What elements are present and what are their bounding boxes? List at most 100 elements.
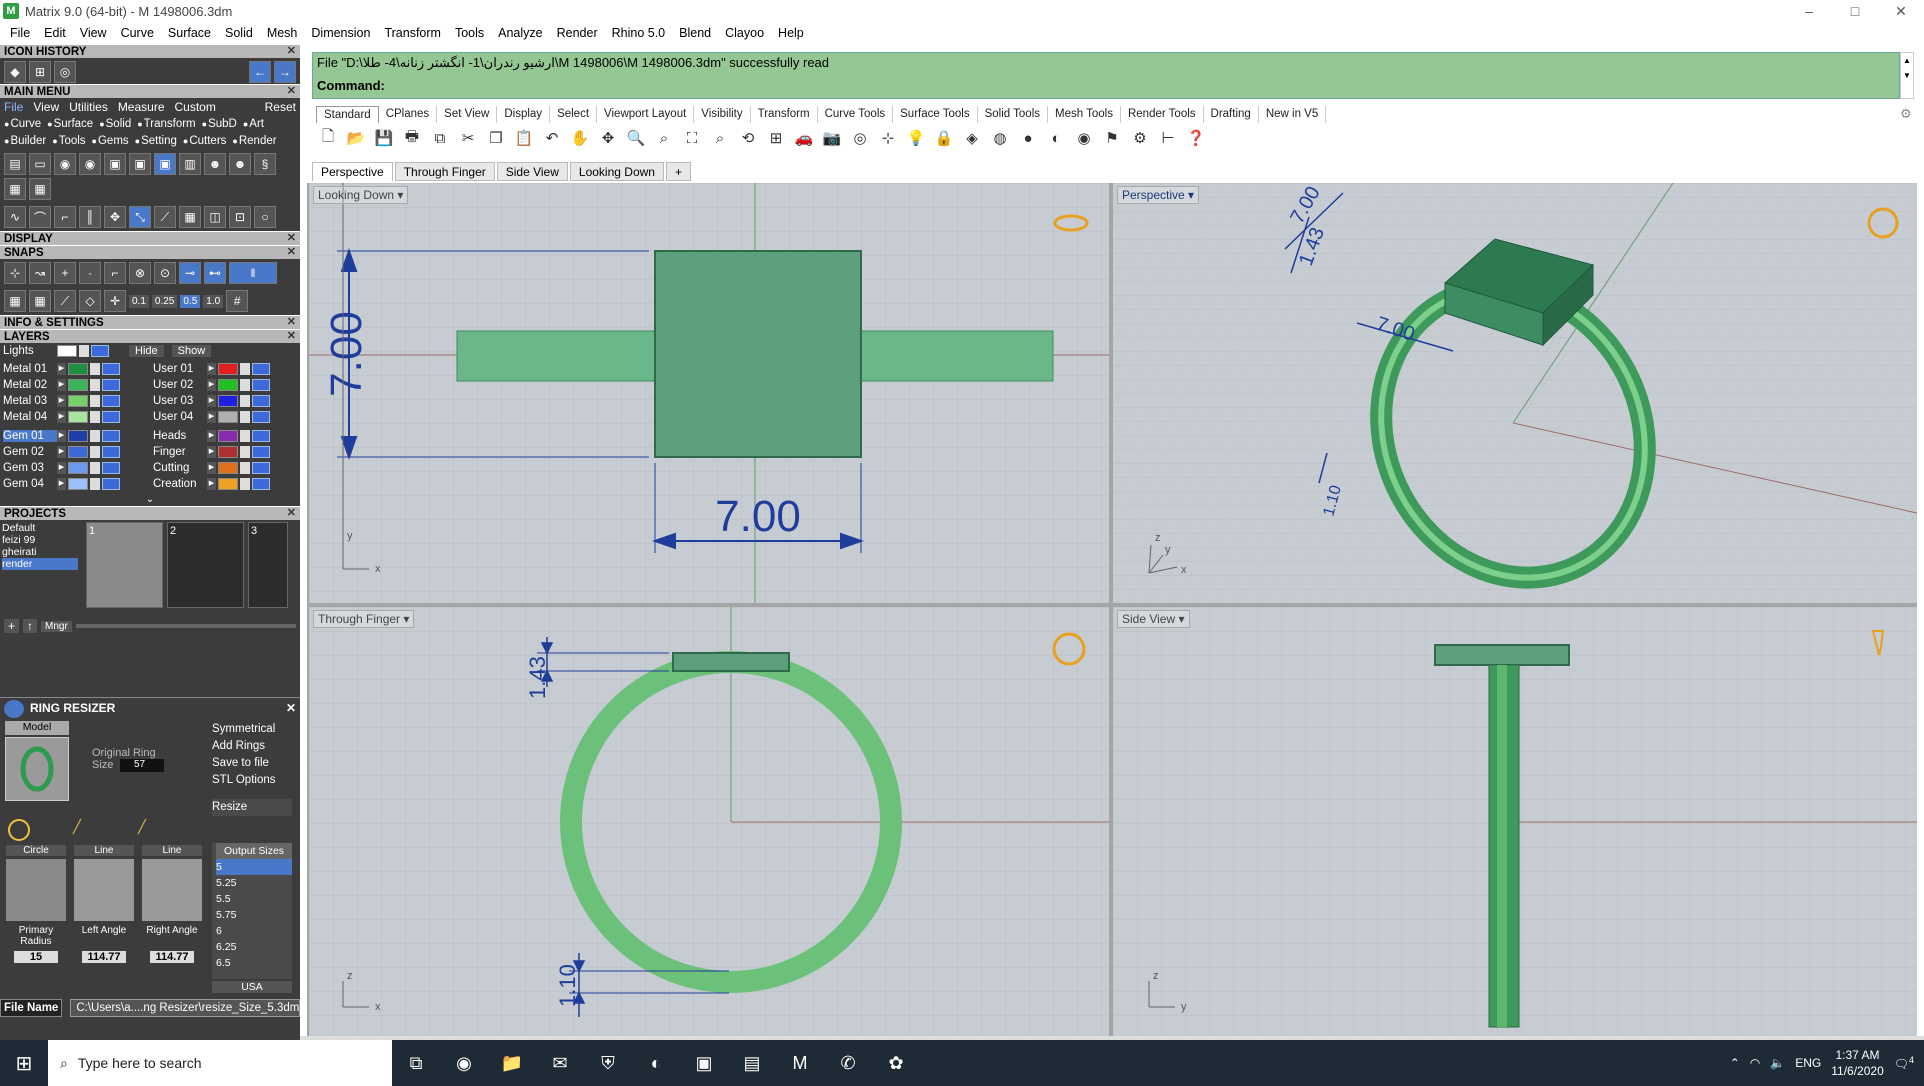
layer-color-swatch[interactable] [218,363,238,375]
copy-icon[interactable]: ❐ [484,126,508,150]
right-angle-preview[interactable] [142,859,202,921]
viewport-perspective[interactable]: Perspective ▾ 7.00 1.43 7.00 1.10 z y x [1113,183,1917,603]
lock-icon[interactable]: 🔒 [932,126,956,150]
project-slot[interactable]: 2 [167,522,244,608]
car-icon[interactable]: 🚗 [792,126,816,150]
main-menu-tab-view[interactable]: View [33,100,59,114]
lights-visibility[interactable] [91,345,109,357]
save-to-file-option[interactable]: Save to file [212,755,292,772]
cut-icon[interactable]: ✂ [456,126,480,150]
import-icon[interactable]: ◉ [54,153,76,175]
output-size-item[interactable]: 6.25 [216,939,292,955]
close-icon[interactable]: ✕ [287,316,296,329]
user-icon[interactable]: ☻ [204,153,226,175]
tab-select[interactable]: Select [550,106,598,123]
output-size-item[interactable]: 5 [216,859,292,875]
layer-row[interactable]: User 02 ▶ [153,377,297,393]
layer-row[interactable]: Gem 01 ▶ [3,428,147,444]
layer-name[interactable]: User 04 [153,411,207,423]
clock[interactable]: 1:37 AM 11/6/2020 [1831,1047,1884,1079]
layer-name[interactable]: User 03 [153,395,207,407]
history-back-icon[interactable]: ← [249,61,271,83]
layer-row[interactable]: Gem 04 ▶ [3,476,147,492]
lock-icon[interactable] [90,430,100,442]
snap-perp-icon[interactable]: ⊙ [154,262,176,284]
help-icon[interactable]: ❓ [1184,126,1208,150]
taskbar-search[interactable]: ⌕ Type here to search [48,1040,392,1086]
app-icon-1[interactable]: ▣ [680,1040,728,1086]
layer-name[interactable]: Cutting [153,462,207,474]
expand-arrow-icon[interactable]: ▶ [57,430,66,442]
open-file-icon[interactable]: ▭ [29,153,51,175]
volume-icon[interactable]: 🔈 [1770,1056,1785,1070]
open-icon[interactable]: 📂 [344,126,368,150]
layer-name[interactable]: Metal 01 [3,363,57,375]
category-gems[interactable]: Gems [92,133,129,150]
layer-color-swatch[interactable] [68,478,88,490]
light-icon[interactable]: 💡 [904,126,928,150]
save-inc-icon[interactable]: ▣ [154,153,176,175]
line-tool-icon[interactable]: ╱ [73,819,95,841]
close-icon[interactable]: ✕ [287,330,296,343]
grid-icon[interactable]: ▦ [4,290,26,312]
layer-color-swatch[interactable] [218,478,238,490]
layer-row[interactable]: Heads ▶ [153,428,297,444]
line-tool-icon[interactable]: ╱ [138,819,160,841]
left-angle-field[interactable]: 114.77 [82,951,126,963]
layer-name[interactable]: Metal 02 [3,379,57,391]
snap-tan-icon[interactable]: ⊸ [179,262,201,284]
circle-tool-icon[interactable]: ○ [254,206,276,228]
lock-icon[interactable] [240,462,250,474]
layer-row[interactable]: Finger ▶ [153,444,297,460]
layer-name[interactable]: Metal 04 [3,411,57,423]
model-thumbnail[interactable] [5,737,69,801]
layer-row[interactable]: Cutting ▶ [153,460,297,476]
menu-blend[interactable]: Blend [672,22,718,44]
save-icon[interactable]: 💾 [372,126,396,150]
measure-icon[interactable]: ⊢ [1156,126,1180,150]
edge-icon[interactable]: ◐ [632,1040,680,1086]
app-icon-3[interactable]: ✿ [872,1040,920,1086]
lock-icon[interactable] [240,446,250,458]
layer-name[interactable]: User 01 [153,363,207,375]
layer-color-swatch[interactable] [68,395,88,407]
layer-name[interactable]: Metal 03 [3,395,57,407]
lock-icon[interactable] [240,411,250,423]
project-item[interactable]: gheirati [2,546,78,558]
snap-quad-icon[interactable]: ⊷ [204,262,226,284]
layer-color-swatch[interactable] [68,411,88,423]
category-render[interactable]: Render [232,133,277,150]
circle-preview[interactable] [6,859,66,921]
menu-clayoo[interactable]: Clayoo [718,22,771,44]
layer-color-swatch[interactable] [218,379,238,391]
windows-start-icon[interactable]: ⊞ [0,1040,48,1086]
undo-icon[interactable]: ↶ [540,126,564,150]
category-curve[interactable]: Curve [4,116,41,133]
menu-transform[interactable]: Transform [377,22,448,44]
category-surface[interactable]: Surface [47,116,94,133]
zoom-in-icon[interactable]: 🔍 [624,126,648,150]
grid2-icon[interactable]: ▦ [29,290,51,312]
tray-chevron-icon[interactable]: ⌃ [1730,1056,1740,1070]
expand-arrow-icon[interactable]: ▶ [57,446,66,458]
output-size-item[interactable]: 5.5 [216,891,292,907]
add-project-icon[interactable]: + [4,619,20,633]
menu-tools[interactable]: Tools [448,22,491,44]
curve-tool-icon[interactable]: ∿ [4,206,26,228]
menu-dimension[interactable]: Dimension [304,22,377,44]
viewport-through-finger[interactable]: Through Finger ▾ 1.43 1.10 z x [309,607,1109,1036]
shade-icon[interactable]: ◐ [1044,126,1068,150]
tab-new-in-v5[interactable]: New in V5 [1259,106,1327,123]
layer-name[interactable]: Gem 03 [3,462,57,474]
layer-row[interactable]: Gem 03 ▶ [3,460,147,476]
category-setting[interactable]: Setting [135,133,177,150]
snap-value-05[interactable]: 0.5 [180,294,201,308]
paste-icon[interactable]: 📋 [512,126,536,150]
layer-visibility-icon[interactable] [252,478,270,490]
tab-side-view[interactable]: Side View [496,162,568,181]
layer-row[interactable]: Gem 02 ▶ [3,444,147,460]
layer-color-swatch[interactable] [68,430,88,442]
align-tool-icon[interactable]: ⊡ [229,206,251,228]
color-wheel-icon[interactable]: ◍ [988,126,1012,150]
tab-mesh-tools[interactable]: Mesh Tools [1048,106,1121,123]
